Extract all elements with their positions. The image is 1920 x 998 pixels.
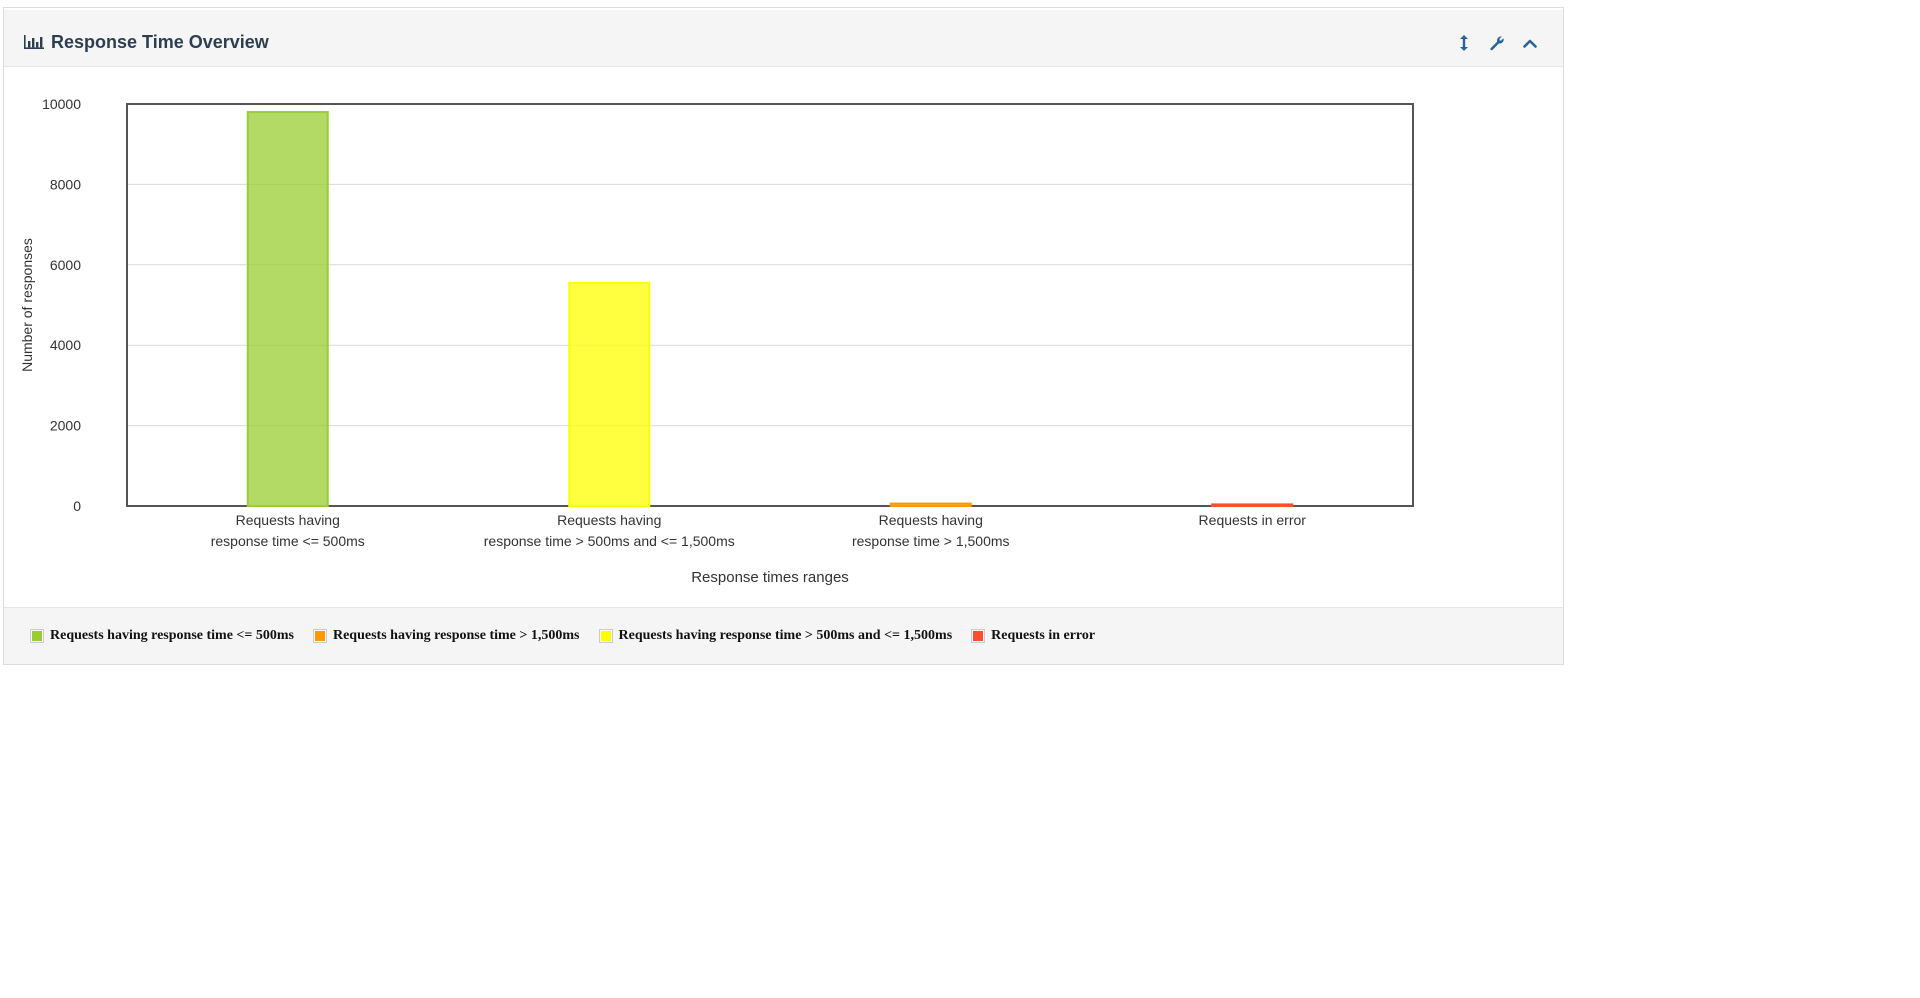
bar [568, 281, 651, 507]
legend-swatch-color [32, 631, 42, 641]
y-axis-title: Number of responses [19, 238, 35, 372]
y-tick-label: 10000 [42, 96, 81, 112]
wrench-icon[interactable] [1488, 34, 1506, 52]
legend-item[interactable]: Requests having response time <= 500ms [30, 628, 294, 644]
bar [246, 111, 329, 507]
x-tick-label: Requests having [879, 512, 983, 528]
panel-title: Response Time Overview [24, 32, 269, 52]
bar [1211, 503, 1294, 507]
x-tick-label: response time > 1,500ms [852, 533, 1010, 549]
legend-item[interactable]: Requests having response time > 500ms an… [598, 628, 953, 644]
chevron-up-icon[interactable] [1521, 34, 1539, 52]
panel-heading: Response Time Overview [4, 10, 1563, 67]
chart-area: 0 2000 4000 6000 8000 10000 Requests having res… [4, 68, 1563, 608]
legend-item[interactable]: Requests having response time > 1,500ms [312, 628, 580, 644]
legend-swatch-color [973, 631, 984, 641]
response-time-bar-chart: 0 2000 4000 6000 8000 10000 Requests having res… [19, 96, 1414, 586]
legend-swatch [30, 629, 44, 643]
chart-legend: Requests having response time <= 500ms Re… [4, 607, 1563, 664]
x-tick-label: Requests having [557, 512, 661, 528]
legend-item[interactable]: Requests in error [971, 628, 1095, 644]
legend-label: Requests in error [991, 628, 1096, 643]
bar [889, 502, 972, 508]
bar-chart-icon [24, 35, 44, 49]
panel-tools [1455, 34, 1539, 52]
legend-label: Requests having response time <= 500ms [50, 628, 294, 643]
legend-swatch-color [600, 631, 611, 641]
y-tick-label: 8000 [50, 176, 81, 192]
x-axis-title: Response times ranges [691, 569, 849, 586]
x-tick-label: Requests in error [1199, 512, 1307, 528]
legend-swatch [971, 629, 986, 643]
legend-swatch [312, 629, 327, 643]
vertical-resize-icon[interactable] [1455, 34, 1473, 52]
y-tick-label: 4000 [50, 337, 81, 353]
legend-label: Requests having response time > 500ms an… [618, 628, 953, 643]
y-tick-label: 2000 [50, 418, 81, 434]
legend-swatch [598, 629, 613, 643]
page-title: Response Time Overview [51, 32, 269, 52]
y-tick-label: 6000 [50, 257, 81, 273]
y-tick-label: 0 [73, 498, 81, 514]
response-time-overview-panel: Response Time Overview 0 2000 4000 6000 8000… [3, 7, 1564, 665]
x-tick-label: response time > 500ms and <= 1,500ms [484, 533, 735, 549]
x-tick-label: response time <= 500ms [211, 533, 365, 549]
x-tick-label: Requests having [236, 512, 340, 528]
legend-label: Requests having response time > 1,500ms [332, 628, 580, 643]
legend-swatch-color [314, 631, 325, 641]
